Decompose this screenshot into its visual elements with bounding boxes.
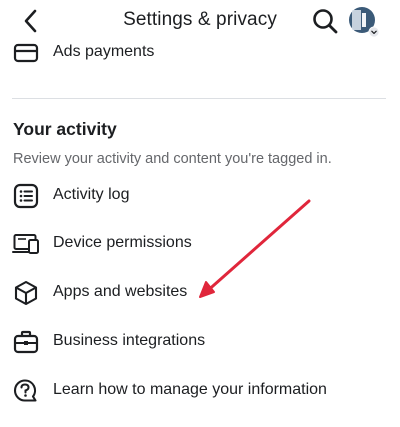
avatar — [349, 7, 380, 38]
menu-item-activity-log[interactable]: Activity log — [0, 179, 400, 213]
menu-item-business-integrations[interactable]: Business integrations — [0, 325, 400, 359]
section-subtitle: Review your activity and content you're … — [13, 151, 332, 167]
card-icon — [13, 43, 39, 63]
section-title: Your activity — [13, 119, 117, 139]
menu-item-label: Device permissions — [53, 234, 192, 251]
cube-icon — [14, 280, 38, 306]
page-title: Settings & privacy — [123, 9, 277, 30]
menu-item-manage-information[interactable]: Learn how to manage your information — [0, 374, 400, 408]
menu-item-ads-payments[interactable]: Ads payments — [0, 36, 400, 70]
menu-item-label: Activity log — [53, 186, 130, 203]
device-icon — [12, 234, 39, 254]
menu-item-device-permissions[interactable]: Device permissions — [0, 227, 400, 261]
menu-item-apps-and-websites[interactable]: Apps and websites — [0, 276, 400, 310]
section-divider — [12, 98, 386, 99]
question-bubble-icon — [13, 379, 37, 402]
profile-avatar-button[interactable] — [348, 6, 380, 38]
search-icon — [313, 9, 338, 34]
briefcase-icon — [13, 330, 39, 354]
menu-item-label: Ads payments — [53, 43, 155, 60]
menu-item-label: Learn how to manage your information — [53, 381, 327, 398]
search-button[interactable] — [311, 7, 339, 35]
menu-item-label: Business integrations — [53, 332, 206, 349]
list-icon — [13, 183, 39, 209]
menu-item-label: Apps and websites — [53, 283, 188, 300]
